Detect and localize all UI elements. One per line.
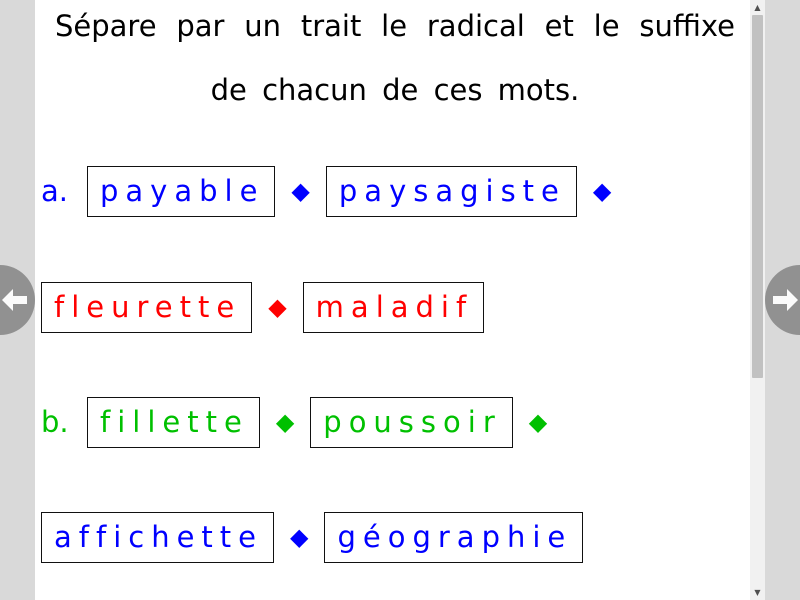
word-box[interactable]: géographie [324, 511, 584, 563]
scroll-up-arrow[interactable]: ▲ [750, 0, 765, 15]
previous-page-button[interactable] [0, 265, 35, 335]
word-box[interactable]: poussoir [310, 396, 513, 448]
exercise-page: Sépare par un trait le radical et le suf… [35, 0, 750, 600]
exercise-row-b: b. fillette ◆ poussoir ◆ [41, 395, 563, 449]
word-box[interactable]: fillette [87, 396, 260, 448]
arrow-right-icon [773, 289, 798, 311]
word-box[interactable]: maladif [302, 281, 485, 333]
word-box[interactable]: fleurette [41, 281, 253, 333]
exercise-row-b2: affichette ◆ géographie [41, 510, 584, 564]
scroll-down-arrow[interactable]: ▼ [750, 585, 765, 600]
exercise-row-a2: fleurette ◆ maladif [41, 280, 485, 334]
scrollbar-thumb[interactable] [752, 15, 763, 378]
diamond-icon: ◆ [275, 408, 295, 436]
diamond-icon: ◆ [592, 177, 612, 205]
next-page-button[interactable] [765, 265, 800, 335]
word-box[interactable]: paysagiste [325, 165, 577, 217]
exercise-row-a: a. payable ◆ paysagiste ◆ [41, 164, 627, 218]
row-label-a: a. [41, 174, 68, 208]
vertical-scrollbar[interactable]: ▲ ▼ [750, 0, 765, 600]
diamond-icon: ◆ [528, 408, 548, 436]
instruction-line-1: Sépare par un trait le radical et le suf… [55, 9, 735, 43]
word-box[interactable]: affichette [41, 511, 274, 563]
instruction-line-2: de chacun de ces mots. [210, 73, 580, 107]
diamond-icon: ◆ [268, 293, 287, 321]
viewport: Sépare par un trait le radical et le suf… [0, 0, 800, 600]
arrow-left-icon [2, 289, 27, 311]
diamond-icon: ◆ [291, 177, 310, 205]
word-box[interactable]: payable [87, 165, 276, 217]
diamond-icon: ◆ [290, 523, 309, 551]
row-label-b: b. [41, 405, 69, 439]
